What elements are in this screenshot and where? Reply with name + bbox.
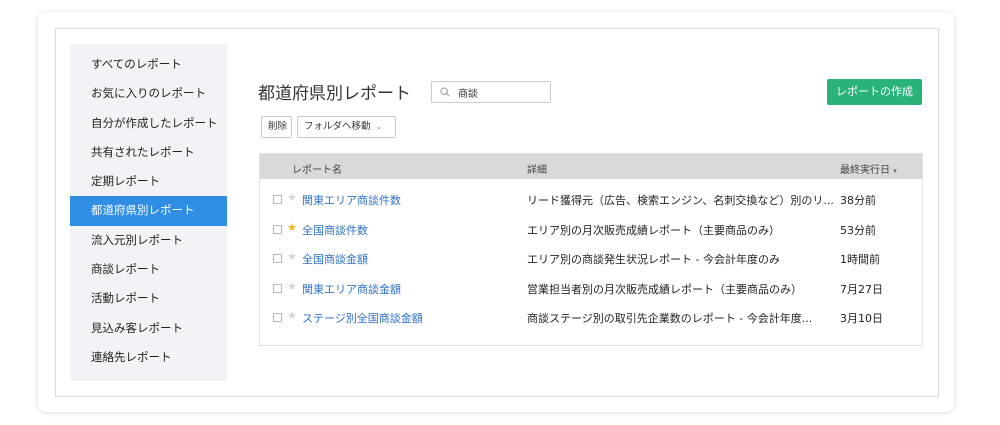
table-row: ★ 関東エリア商談件数 リード獲得元（広告、検索エンジン、名刺交換など）別のリ.… <box>260 185 922 215</box>
sidebar-item-all-reports[interactable]: すべてのレポート <box>70 50 227 79</box>
row-checkbox[interactable] <box>273 313 282 322</box>
report-name-link[interactable]: 全国商談件数 <box>302 222 368 238</box>
sidebar-item-activity-reports[interactable]: 活動レポート <box>70 284 227 313</box>
report-detail: 営業担当者別の月次販売成績レポート（主要商品のみ） <box>527 282 802 296</box>
report-name-link[interactable]: 関東エリア商談金額 <box>302 281 401 297</box>
sort-desc-icon: ▾ <box>893 167 897 175</box>
report-last-run: 7月27日 <box>840 282 883 296</box>
table-body: ★ 関東エリア商談件数 リード獲得元（広告、検索エンジン、名刺交換など）別のリ.… <box>260 179 922 333</box>
favorite-star-icon[interactable]: ★ <box>287 250 297 263</box>
report-last-run: 3月10日 <box>840 312 883 325</box>
table-header: レポート名 詳細 最終実行日 ▾ <box>260 154 922 179</box>
reports-table: レポート名 詳細 最終実行日 ▾ ★ 関東エリア商談件数 リード獲得元（広告、検… <box>259 153 923 346</box>
move-to-folder-dropdown[interactable]: フォルダへ移動 ⌄ <box>297 116 396 138</box>
table-row: ★ 関東エリア商談金額 営業担当者別の月次販売成績レポート（主要商品のみ） 7月… <box>260 274 922 304</box>
report-detail: リード獲得元（広告、検索エンジン、名刺交換など）別のリ... <box>527 194 834 207</box>
table-row: ★ 全国商談件数 エリア別の月次販売成績レポート（主要商品のみ） 53分前 <box>260 215 922 245</box>
favorite-star-icon[interactable]: ★ <box>287 221 297 234</box>
search-icon <box>440 87 450 97</box>
row-checkbox[interactable] <box>273 195 282 204</box>
search-input[interactable]: 商談 <box>431 81 551 103</box>
sidebar-item-lead-reports[interactable]: 見込み客レポート <box>70 314 227 343</box>
report-last-run: 38分前 <box>840 194 876 207</box>
favorite-star-icon[interactable]: ★ <box>287 309 297 322</box>
create-report-button[interactable]: レポートの作成 <box>827 79 922 105</box>
sidebar-item-source-reports[interactable]: 流入元別レポート <box>70 226 227 255</box>
sidebar-item-favorite-reports[interactable]: お気に入りのレポート <box>70 79 227 108</box>
report-name-link[interactable]: ステージ別全国商談金額 <box>302 310 423 326</box>
report-detail: エリア別の月次販売成績レポート（主要商品のみ） <box>527 223 780 237</box>
row-checkbox[interactable] <box>273 224 282 234</box>
sidebar: すべてのレポート お気に入りのレポート 自分が作成したレポート 共有されたレポー… <box>70 44 227 381</box>
report-name-link[interactable]: 全国商談金額 <box>302 251 368 267</box>
sidebar-item-prefecture-reports[interactable]: 都道府県別レポート <box>70 196 227 226</box>
favorite-star-icon[interactable]: ★ <box>287 280 297 293</box>
move-to-folder-label: フォルダへ移動 <box>304 121 371 132</box>
report-detail: エリア別の商談発生状況レポート - 今会計年度のみ <box>527 253 780 266</box>
row-checkbox[interactable] <box>273 283 282 293</box>
report-last-run: 1時間前 <box>840 253 880 266</box>
column-header-last-run-label: 最終実行日 <box>840 165 890 176</box>
search-value: 商談 <box>458 89 478 100</box>
column-header-report-name[interactable]: レポート名 <box>292 161 342 176</box>
sidebar-item-scheduled-reports[interactable]: 定期レポート <box>70 167 227 196</box>
sidebar-item-deal-reports[interactable]: 商談レポート <box>70 255 227 284</box>
column-header-last-run[interactable]: 最終実行日 ▾ <box>840 161 897 176</box>
delete-button[interactable]: 削除 <box>261 116 292 138</box>
table-row: ★ 全国商談金額 エリア別の商談発生状況レポート - 今会計年度のみ 1時間前 <box>260 244 922 274</box>
report-detail: 商談ステージ別の取引先企業数のレポート - 今会計年度... <box>527 312 813 325</box>
report-name-link[interactable]: 関東エリア商談件数 <box>302 192 401 208</box>
report-last-run: 53分前 <box>840 223 876 237</box>
table-row: ★ ステージ別全国商談金額 商談ステージ別の取引先企業数のレポート - 今会計年… <box>260 303 922 333</box>
chevron-down-icon: ⌄ <box>375 122 383 131</box>
sidebar-item-my-reports[interactable]: 自分が作成したレポート <box>70 109 227 138</box>
page-title: 都道府県別レポート <box>258 84 411 104</box>
sidebar-item-contact-reports[interactable]: 連絡先レポート <box>70 343 227 372</box>
column-header-detail[interactable]: 詳細 <box>527 161 547 176</box>
favorite-star-icon[interactable]: ★ <box>287 191 297 204</box>
row-checkbox[interactable] <box>273 254 282 263</box>
sidebar-item-shared-reports[interactable]: 共有されたレポート <box>70 138 227 167</box>
